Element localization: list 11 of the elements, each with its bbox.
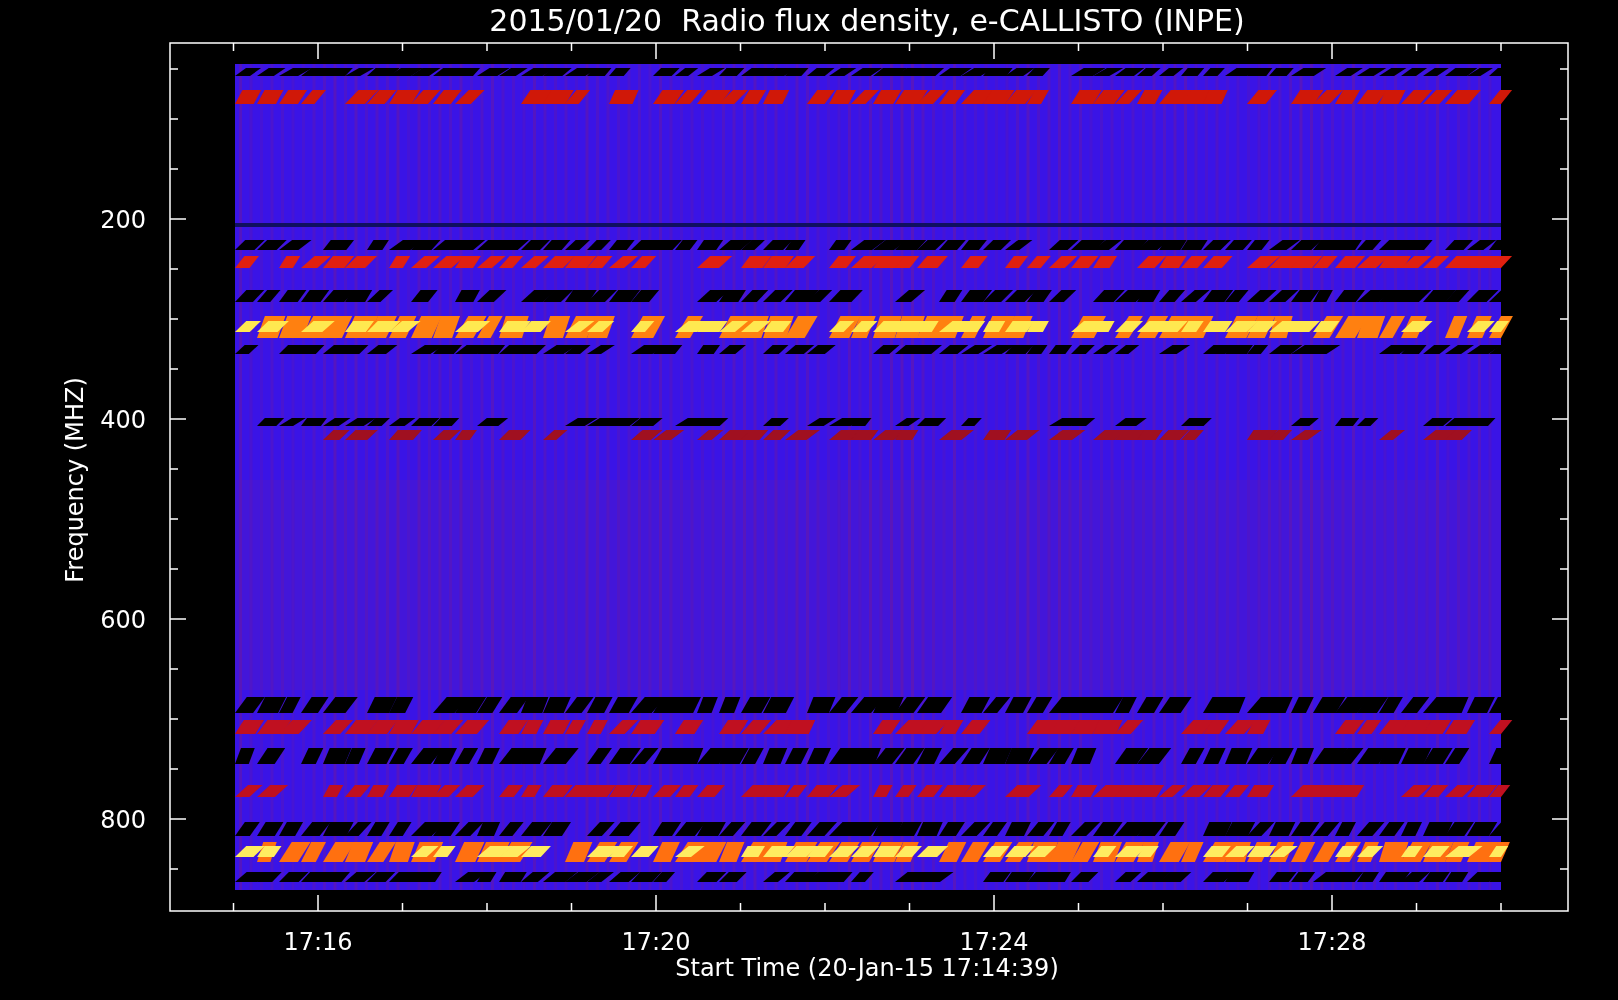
axis-tick-label: 800 (100, 806, 146, 834)
axis-title: Start Time (20-Jan-15 17:14:39) (675, 954, 1059, 982)
axis-tick-label: 200 (100, 206, 146, 234)
axis-tick-label: 17:24 (959, 928, 1029, 956)
axis-tick-label: 400 (100, 406, 146, 434)
chart-title: 2015/01/20 Radio flux density, e-CALLISTO (INPE) (489, 3, 1245, 38)
axis-title: Frequency (MHZ) (61, 377, 89, 583)
axis-tick-label: 17:28 (1297, 928, 1367, 956)
axis-tick-label: 17:16 (283, 928, 353, 956)
axis-tick-label: 17:20 (621, 928, 691, 956)
axis-tick-label: 600 (100, 606, 146, 634)
